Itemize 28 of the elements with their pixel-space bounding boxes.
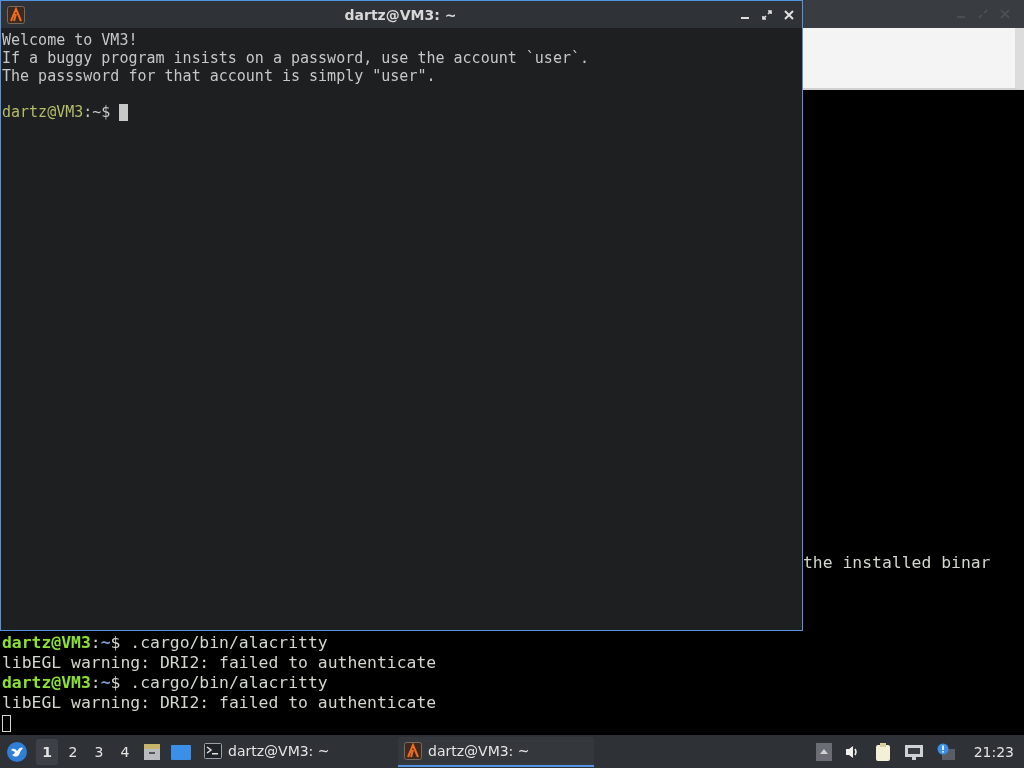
desktop-button[interactable]: 4 xyxy=(114,738,136,765)
task-button[interactable]: dartz@VM3: ~ xyxy=(198,736,394,767)
desktop-icon[interactable] xyxy=(170,742,192,761)
terminal-line: dartz@VM3:~$ .cargo/bin/alacritty xyxy=(2,673,329,693)
notification-icon[interactable] xyxy=(935,742,956,761)
clock: 21:23 xyxy=(973,743,1014,760)
terminal-line: the installed binar xyxy=(803,553,991,573)
window-title: dartz@VM3: ~ xyxy=(343,6,458,23)
terminal-icon xyxy=(204,742,222,759)
bird-icon[interactable] xyxy=(6,740,28,763)
file-cabinet-icon[interactable] xyxy=(142,741,162,762)
desktop-button[interactable]: 1 xyxy=(36,738,58,765)
text-cursor xyxy=(2,715,11,732)
text-cursor xyxy=(119,103,129,121)
clipboard-icon[interactable] xyxy=(873,741,892,762)
terminal-line: libEGL warning: DRI2: failed to authenticate xyxy=(2,653,438,673)
terminal-line: If a buggy program insists on a password, use the account `user`. xyxy=(2,49,590,67)
terminal-line: libEGL warning: DRI2: failed to authenticate xyxy=(2,693,438,713)
terminal-line: dartz@VM3:~$ xyxy=(2,103,112,121)
desktop-button[interactable]: 2 xyxy=(62,738,84,765)
terminal-line: The passsword for that account is simply "user". xyxy=(2,67,437,85)
app-icon xyxy=(7,5,25,24)
terminal-line: dartz@VM3:~$ .cargo/bin/alacritty xyxy=(2,633,329,653)
task-button[interactable]: dartz@VM3: ~ xyxy=(398,736,594,767)
app-icon xyxy=(404,741,422,760)
network-icon[interactable] xyxy=(903,742,924,761)
desktop-button[interactable]: 3 xyxy=(88,738,110,765)
terminal-line: Welcome to VM3! xyxy=(2,31,139,49)
